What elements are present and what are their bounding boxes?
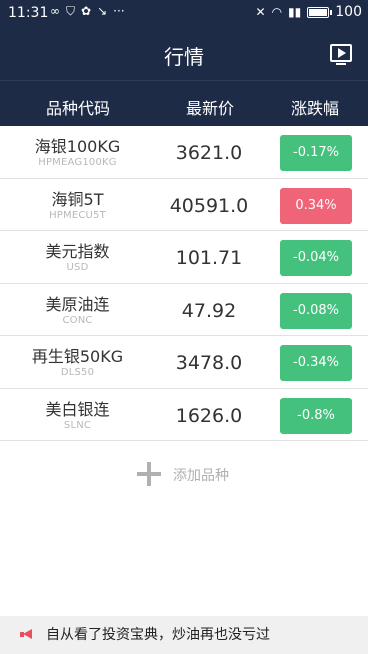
wifi-icon: ◠ (271, 5, 283, 19)
paw-icon: ✿ (81, 4, 92, 18)
change-badge[interactable]: -0.04% (280, 240, 352, 276)
quote-price: 101.71 (175, 247, 243, 269)
battery-icon (307, 6, 333, 18)
quote-name: 海银100KG (34, 137, 121, 156)
quote-price: 1626.0 (175, 404, 243, 427)
quote-row[interactable]: 海银100KG HPMEAG100KG 3621.0 -0.17% (0, 126, 368, 179)
quote-name: 美原油连 (45, 294, 110, 314)
quote-name: 再生银50KG (31, 347, 124, 366)
marquee-text[interactable]: 自从看了投资宝典，炒油再也没亏过 (46, 624, 270, 644)
quote-row[interactable]: 再生银50KG DLS50 3478.0 -0.34% (0, 336, 368, 389)
quote-row[interactable]: 美原油连 CONC 47.92 -0.08% (0, 283, 368, 336)
change-badge[interactable]: 0.34% (280, 187, 352, 224)
battery-level: 100 (335, 4, 362, 20)
more-dots-icon: ··· (113, 4, 125, 18)
quote-code: HPMECU5T (49, 209, 106, 221)
quote-price: 3478.0 (175, 352, 243, 374)
quote-code: DLS50 (60, 367, 95, 378)
quote-name: 美白银连 (45, 399, 110, 419)
quote-price: 47.92 (181, 299, 237, 322)
megaphone-icon (20, 627, 38, 641)
page-title: 行情 (164, 45, 204, 69)
quote-code: USD (66, 262, 89, 273)
add-item-label[interactable]: 添加品种 (173, 465, 229, 485)
change-badge[interactable]: -0.8% (280, 397, 352, 434)
quote-price: 3621.0 (175, 142, 243, 164)
quote-name: 海铜5T (51, 189, 104, 209)
column-change-header[interactable]: 涨跌幅 (291, 95, 339, 119)
infinity-icon: ∞ (50, 4, 60, 18)
quote-name: 美元指数 (45, 242, 110, 261)
status-left-icons: ∞ ⛉ ✿ ↘ ··· (50, 4, 125, 19)
mute-icon: ✕ (255, 5, 266, 19)
column-header: 品种代码 最新价 涨跌幅 (0, 80, 368, 126)
change-badge[interactable]: -0.17% (280, 135, 352, 171)
status-time: 11:31 (8, 5, 49, 21)
quote-code: CONC (62, 314, 93, 326)
signal-off-icon: ↘ (97, 4, 108, 18)
plus-icon[interactable] (137, 462, 161, 486)
tv-play-icon[interactable] (330, 44, 352, 65)
quote-row[interactable]: 美元指数 USD 101.71 -0.04% (0, 231, 368, 284)
title-bar: 行情 (0, 28, 368, 80)
change-badge[interactable]: -0.34% (280, 345, 352, 381)
quote-price: 40591.0 (169, 194, 249, 217)
quote-code: SLNC (63, 419, 92, 431)
column-price-header[interactable]: 最新价 (186, 95, 234, 119)
signal-icon: ▮▮ (288, 5, 302, 19)
status-bar: 11:31 ∞ ⛉ ✿ ↘ ··· ✕ ◠ ▮▮ 100 (0, 0, 368, 28)
quote-row[interactable]: 海铜5T HPMECU5T 40591.0 0.34% (0, 178, 368, 231)
change-badge[interactable]: -0.08% (280, 292, 352, 329)
status-right-icons: ✕ ◠ ▮▮ 100 (256, 4, 363, 20)
quote-row[interactable]: 美白银连 SLNC 1626.0 -0.8% (0, 388, 368, 441)
quote-code: HPMEAG100KG (38, 157, 117, 168)
column-name-header[interactable]: 品种代码 (46, 95, 110, 119)
quote-list: 海银100KG HPMEAG100KG 3621.0 -0.17% 海铜5T H… (0, 126, 368, 441)
shield-icon: ⛉ (66, 4, 76, 18)
